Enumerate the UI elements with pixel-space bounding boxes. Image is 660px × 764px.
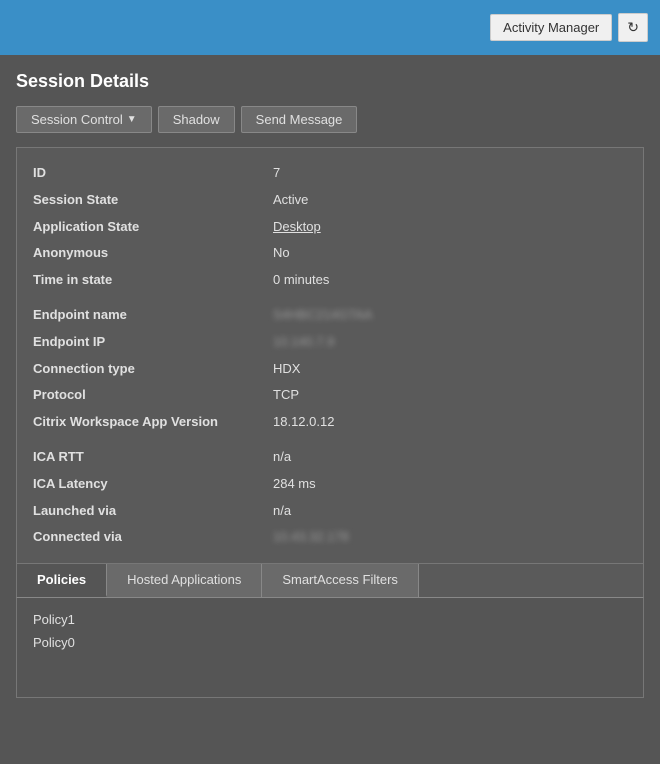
detail-label: Connection type <box>33 359 273 380</box>
detail-row: ICA Latency284 ms <box>33 471 627 498</box>
detail-label: Citrix Workspace App Version <box>33 412 273 433</box>
tab-content: Policy1Policy0 <box>16 598 644 698</box>
detail-label: ID <box>33 163 273 184</box>
session-control-button[interactable]: Session Control ▼ <box>16 106 152 133</box>
detail-row: ICA RTTn/a <box>33 444 627 471</box>
detail-row: Session StateActive <box>33 187 627 214</box>
detail-value: n/a <box>273 447 291 468</box>
tab-hosted-applications[interactable]: Hosted Applications <box>107 564 262 597</box>
activity-manager-button[interactable]: Activity Manager <box>490 14 612 41</box>
session-control-label: Session Control <box>31 112 123 127</box>
detail-label: Launched via <box>33 501 273 522</box>
tab-policies[interactable]: Policies <box>17 564 107 597</box>
detail-row: AnonymousNo <box>33 240 627 267</box>
detail-value: No <box>273 243 290 264</box>
detail-value: Desktop <box>273 217 321 238</box>
send-message-button[interactable]: Send Message <box>241 106 358 133</box>
detail-label: ICA RTT <box>33 447 273 468</box>
detail-value: 18.12.0.12 <box>273 412 334 433</box>
detail-row <box>33 436 627 444</box>
detail-label: Endpoint name <box>33 305 273 326</box>
policy-item[interactable]: Policy0 <box>33 631 627 654</box>
tab-smartaccess-filters[interactable]: SmartAccess Filters <box>262 564 419 597</box>
detail-row: Connection typeHDX <box>33 356 627 383</box>
detail-label: Protocol <box>33 385 273 406</box>
detail-row: Endpoint nameS4HBC214GTAA <box>33 302 627 329</box>
detail-row: Endpoint IP10.140.7.9 <box>33 329 627 356</box>
detail-label: Connected via <box>33 527 273 548</box>
detail-row: Launched vian/a <box>33 498 627 525</box>
main-content: Session Details Session Control ▼ Shadow… <box>0 55 660 764</box>
detail-row: Connected via10.43.32.178 <box>33 524 627 551</box>
dropdown-arrow-icon: ▼ <box>127 114 137 125</box>
detail-value: 10.43.32.178 <box>273 527 349 548</box>
shadow-button[interactable]: Shadow <box>158 106 235 133</box>
refresh-button[interactable]: ↻ <box>618 13 648 42</box>
toolbar: Session Control ▼ Shadow Send Message <box>16 106 644 133</box>
detail-label: Anonymous <box>33 243 273 264</box>
tabs-container: PoliciesHosted ApplicationsSmartAccess F… <box>16 564 644 598</box>
detail-label: Application State <box>33 217 273 238</box>
policy-item[interactable]: Policy1 <box>33 608 627 631</box>
detail-label: Time in state <box>33 270 273 291</box>
detail-label: ICA Latency <box>33 474 273 495</box>
detail-value: 7 <box>273 163 280 184</box>
detail-row: Citrix Workspace App Version18.12.0.12 <box>33 409 627 436</box>
detail-value: 0 minutes <box>273 270 329 291</box>
detail-value: 10.140.7.9 <box>273 332 334 353</box>
detail-value: HDX <box>273 359 300 380</box>
top-bar: Activity Manager ↻ <box>0 0 660 55</box>
detail-value: TCP <box>273 385 299 406</box>
detail-row: Application StateDesktop <box>33 214 627 241</box>
detail-row: Time in state0 minutes <box>33 267 627 294</box>
detail-value: Active <box>273 190 308 211</box>
detail-value: 284 ms <box>273 474 316 495</box>
detail-row <box>33 294 627 302</box>
detail-value: S4HBC214GTAA <box>273 305 372 326</box>
detail-label: Session State <box>33 190 273 211</box>
details-panel: ID7Session StateActiveApplication StateD… <box>16 147 644 564</box>
page-title: Session Details <box>16 71 644 92</box>
detail-row: ID7 <box>33 160 627 187</box>
detail-row: ProtocolTCP <box>33 382 627 409</box>
detail-value: n/a <box>273 501 291 522</box>
detail-label: Endpoint IP <box>33 332 273 353</box>
